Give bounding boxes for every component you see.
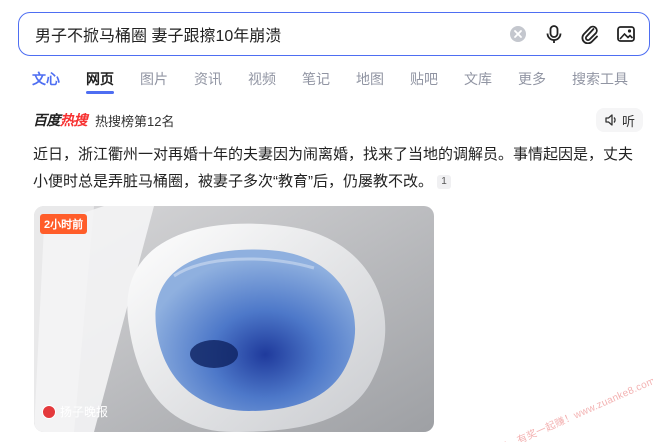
citation-badge[interactable]: 1 — [437, 175, 451, 189]
time-badge: 2小时前 — [40, 214, 88, 234]
source-logo-icon — [42, 404, 56, 419]
listen-button[interactable]: 听 — [595, 108, 643, 132]
ai-summary: 近日，浙江衢州一对再婚十年的夫妻因为闹离婚，找来了当地的调解员。事情起因是，丈夫… — [33, 141, 643, 195]
hot-logo-red: 热搜 — [60, 112, 88, 128]
clear-icon[interactable] — [507, 23, 529, 45]
tab-video[interactable]: 视频 — [248, 70, 276, 94]
summary-text: 近日，浙江衢州一对再婚十年的夫妻因为闹离婚，找来了当地的调解员。事情起因是，丈夫… — [33, 146, 634, 190]
tab-images[interactable]: 图片 — [140, 70, 168, 94]
news-source[interactable]: 扬子晚报 — [42, 403, 108, 420]
listen-label: 听 — [621, 113, 635, 129]
search-tabs: 文心 网页 图片 资讯 视频 笔记 地图 贴吧 文库 更多 搜索工具 — [32, 70, 653, 94]
tab-search-tools[interactable]: 搜索工具 — [572, 70, 628, 94]
hot-rank-text[interactable]: 热搜榜第12名 — [95, 111, 174, 130]
baidu-hot-logo[interactable]: 百度热搜 — [33, 110, 88, 130]
tab-wenxin[interactable]: 文心 — [32, 70, 60, 94]
microphone-icon[interactable] — [543, 23, 565, 45]
tab-news[interactable]: 资讯 — [194, 70, 222, 94]
tab-more[interactable]: 更多 — [518, 70, 546, 94]
tab-web[interactable]: 网页 — [86, 70, 114, 94]
news-image-card[interactable]: 2小时前 扬子晚报 — [34, 206, 434, 432]
tab-tieba[interactable]: 贴吧 — [410, 70, 438, 94]
search-box[interactable]: 男子不掀马桶圈 妻子跟擦10年崩溃 — [18, 12, 650, 56]
watermark: 赚客吧，有奖一起赚！www.zuanke8.com — [478, 375, 653, 442]
toilet-photo — [34, 206, 434, 432]
search-tools — [507, 23, 649, 45]
attachment-icon[interactable] — [579, 23, 601, 45]
speaker-icon — [605, 114, 616, 126]
image-search-icon[interactable] — [615, 23, 637, 45]
tab-wenku[interactable]: 文库 — [464, 70, 492, 94]
search-input[interactable]: 男子不掀马桶圈 妻子跟擦10年崩溃 — [35, 22, 507, 46]
hot-search-header: 百度热搜 热搜榜第12名 听 — [33, 108, 643, 132]
hot-logo-black: 百度 — [33, 112, 61, 128]
source-name: 扬子晚报 — [60, 405, 109, 419]
tab-notes[interactable]: 笔记 — [302, 70, 330, 94]
tab-map[interactable]: 地图 — [356, 70, 384, 94]
